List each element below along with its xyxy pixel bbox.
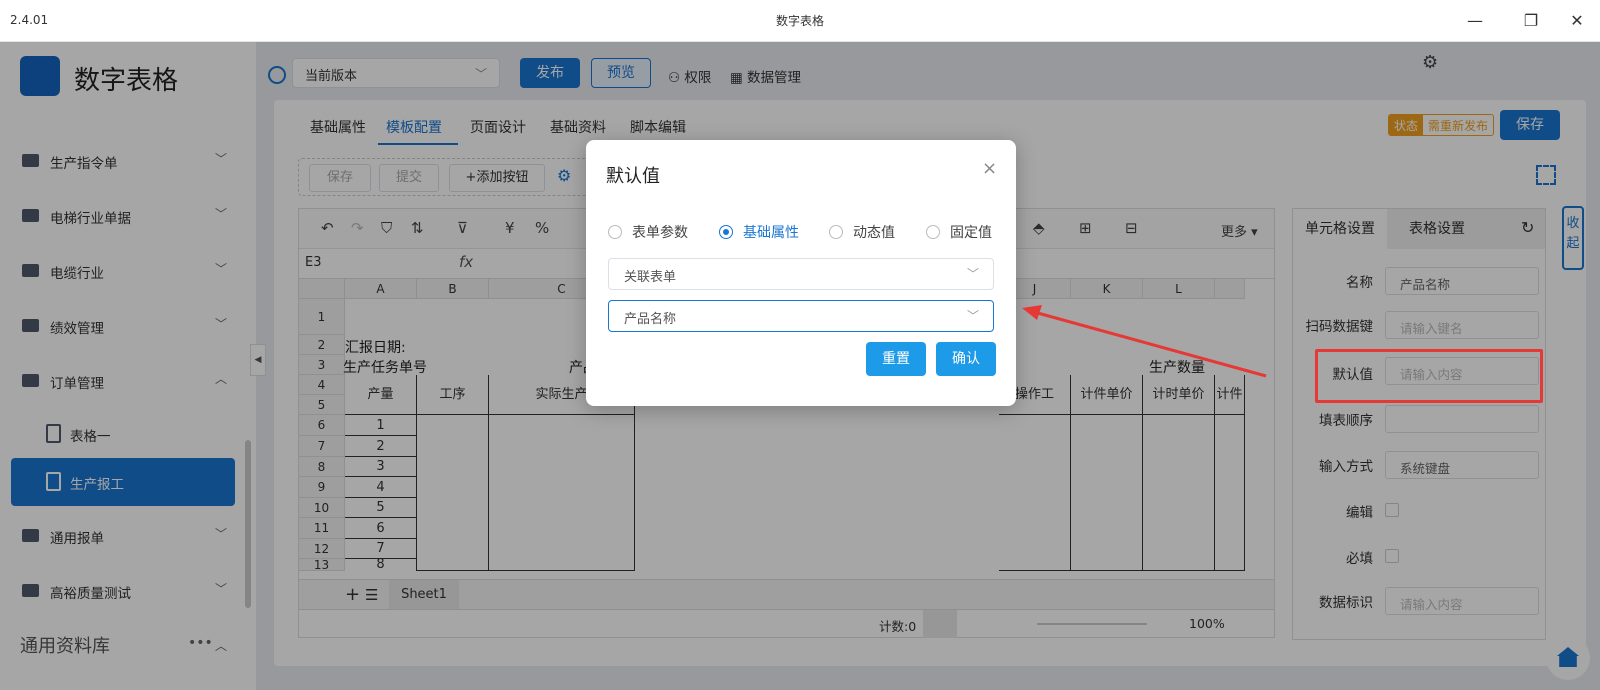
arrow-head [1022, 305, 1042, 320]
arrow-line [1033, 310, 1267, 378]
annotation-arrow [1022, 305, 1267, 378]
